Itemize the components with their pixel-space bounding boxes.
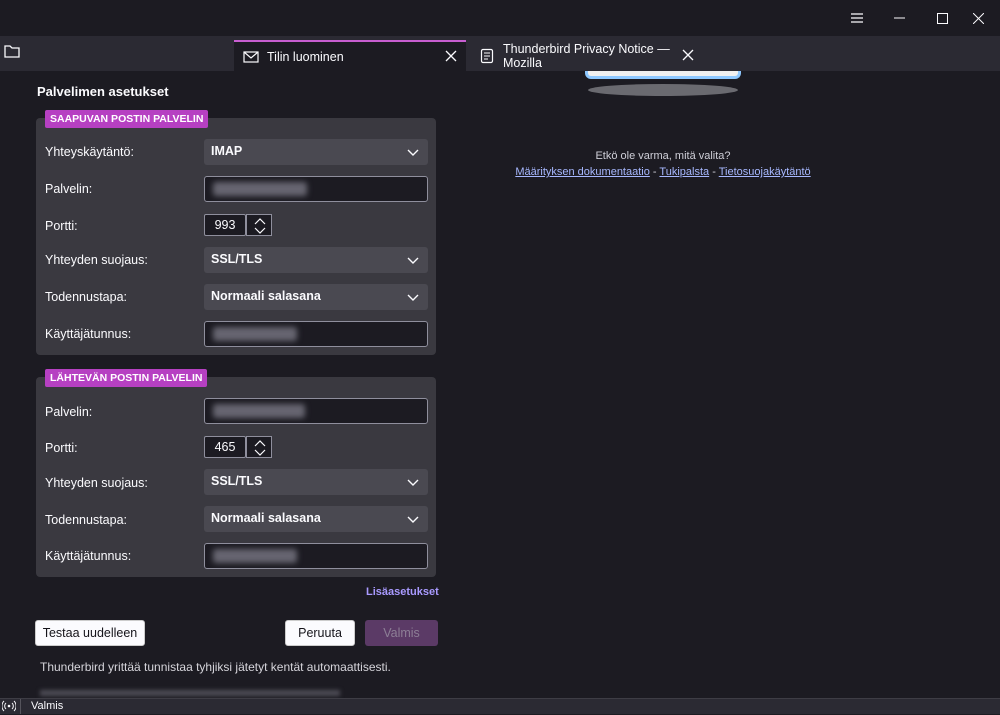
incoming-server-input[interactable] <box>204 176 428 202</box>
close-tab-icon[interactable] <box>445 50 459 64</box>
illustration-shadow <box>588 84 738 96</box>
incoming-username-input[interactable] <box>204 321 428 347</box>
redacted-value <box>213 182 307 196</box>
separator: - <box>649 166 660 178</box>
server-label: Palvelin: <box>45 182 93 196</box>
redacted-value <box>213 404 305 418</box>
port-label: Portti: <box>45 219 78 233</box>
outgoing-security-select[interactable]: SSL/TLS <box>204 469 428 495</box>
support-link[interactable]: Tukipalsta <box>659 166 709 178</box>
outgoing-badge: LÄHTEVÄN POSTIN PALVELIN <box>45 369 208 387</box>
redacted-value <box>213 327 297 341</box>
done-button[interactable]: Valmis <box>365 620 438 646</box>
auth-label: Todennustapa: <box>45 290 128 304</box>
tab-privacy-notice[interactable]: Thunderbird Privacy Notice — Mozilla <box>470 40 710 71</box>
autodetect-hint: Thunderbird yrittää tunnistaa tyhjiksi j… <box>40 660 391 674</box>
separator: - <box>709 166 719 178</box>
help-question: Etkö ole varma, mitä valita? <box>595 150 731 162</box>
chevron-down-icon[interactable] <box>254 227 266 235</box>
protocol-select[interactable]: IMAP <box>204 139 428 165</box>
security-value: SSL/TLS <box>211 252 263 266</box>
auth-value: Normaali salasana <box>211 511 321 525</box>
outgoing-server-input[interactable] <box>204 398 428 424</box>
username-label: Käyttäjätunnus: <box>45 549 132 563</box>
outgoing-port-input[interactable]: 465 <box>204 436 246 458</box>
redacted-value <box>213 549 297 563</box>
security-label: Yhteyden suojaus: <box>45 476 148 490</box>
auth-label: Todennustapa: <box>45 513 128 527</box>
page-title: Palvelimen asetukset <box>37 84 169 99</box>
tab-label: Tilin luominen <box>267 49 344 64</box>
cut-off-text <box>40 690 340 696</box>
close-icon[interactable] <box>956 0 1000 36</box>
chevron-down-icon <box>407 291 419 303</box>
tab-label: Thunderbird Privacy Notice — Mozilla <box>503 41 670 70</box>
divider <box>20 699 21 714</box>
folder-icon[interactable] <box>4 44 22 62</box>
outgoing-username-input[interactable] <box>204 543 428 569</box>
close-tab-icon[interactable] <box>682 49 696 63</box>
chevron-down-icon <box>407 146 419 158</box>
status-bar: Valmis <box>0 698 1000 714</box>
envelope-icon <box>243 49 259 65</box>
retest-button[interactable]: Testaa uudelleen <box>35 620 145 646</box>
hamburger-icon[interactable] <box>835 0 879 36</box>
illustration <box>585 71 741 79</box>
minimize-icon[interactable] <box>877 0 921 36</box>
chevron-down-icon <box>407 476 419 488</box>
document-icon <box>479 48 495 64</box>
incoming-security-select[interactable]: SSL/TLS <box>204 247 428 273</box>
tab-account-setup[interactable]: Tilin luominen <box>234 40 466 71</box>
incoming-port-input[interactable]: 993 <box>204 214 246 236</box>
incoming-auth-select[interactable]: Normaali salasana <box>204 284 428 310</box>
chevron-down-icon[interactable] <box>254 449 266 457</box>
incoming-port-stepper[interactable] <box>246 214 272 236</box>
incoming-badge: SAAPUVAN POSTIN PALVELIN <box>45 110 209 128</box>
protocol-label: Yhteyskäytäntö: <box>45 145 134 159</box>
username-label: Käyttäjätunnus: <box>45 327 132 341</box>
server-label: Palvelin: <box>45 405 93 419</box>
port-label: Portti: <box>45 441 78 455</box>
auth-value: Normaali salasana <box>211 289 321 303</box>
help-links: Määrityksen dokumentaatio - Tukipalsta -… <box>500 166 826 178</box>
chevron-down-icon <box>407 254 419 266</box>
cancel-button[interactable]: Peruuta <box>285 620 355 646</box>
outgoing-auth-select[interactable]: Normaali salasana <box>204 506 428 532</box>
security-value: SSL/TLS <box>211 474 263 488</box>
advanced-settings-link[interactable]: Lisäasetukset <box>366 586 439 598</box>
title-bar <box>0 0 1000 36</box>
security-label: Yhteyden suojaus: <box>45 253 148 267</box>
protocol-value: IMAP <box>211 144 243 158</box>
privacy-link[interactable]: Tietosuojakäytäntö <box>719 166 811 178</box>
status-text: Valmis <box>31 700 64 712</box>
chevron-down-icon <box>407 513 419 525</box>
documentation-link[interactable]: Määrityksen dokumentaatio <box>515 166 650 178</box>
outgoing-port-stepper[interactable] <box>246 436 272 458</box>
chevron-up-icon[interactable] <box>254 217 266 225</box>
chevron-up-icon[interactable] <box>254 439 266 447</box>
